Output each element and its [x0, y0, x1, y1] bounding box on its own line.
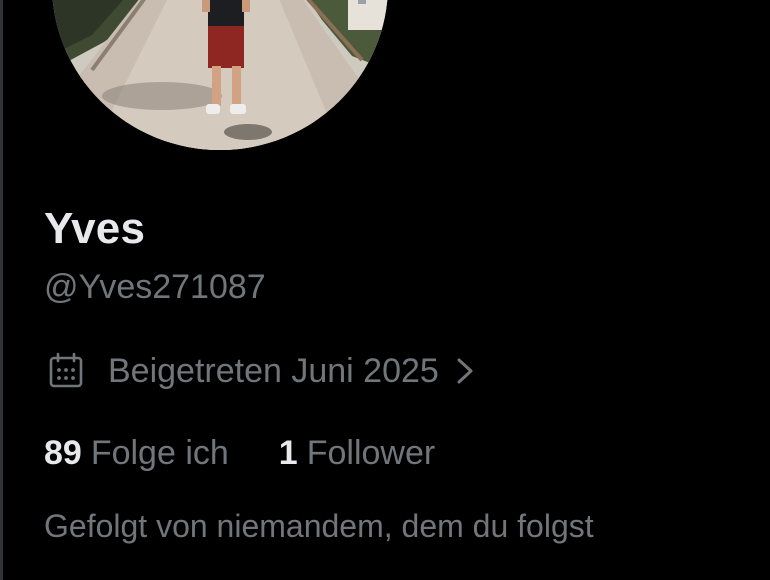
followers-count: 1 — [278, 434, 298, 472]
column-border — [0, 0, 3, 580]
avatar-photo — [52, 0, 388, 150]
followed-by-text: Gefolgt von niemandem, dem du folgst — [44, 508, 594, 544]
profile-handle: @Yves271087 — [44, 268, 266, 306]
calendar-icon — [49, 352, 83, 388]
follow-stats: 89 Folge ich 1 Follower — [44, 434, 435, 473]
chevron-right-icon — [457, 358, 473, 384]
following-count: 89 — [44, 434, 82, 472]
joined-date-link[interactable]: Beigetreten Juni 2025 — [46, 348, 477, 394]
followers-link[interactable]: 1 Follower — [279, 434, 435, 473]
followers-label: Follower — [306, 434, 436, 472]
following-label: Folge ich — [90, 434, 229, 472]
joined-date-text: Beigetreten Juni 2025 — [108, 351, 439, 390]
following-link[interactable]: 89 Folge ich — [44, 434, 229, 473]
profile-display-name: Yves — [44, 204, 146, 253]
avatar[interactable] — [52, 0, 388, 150]
